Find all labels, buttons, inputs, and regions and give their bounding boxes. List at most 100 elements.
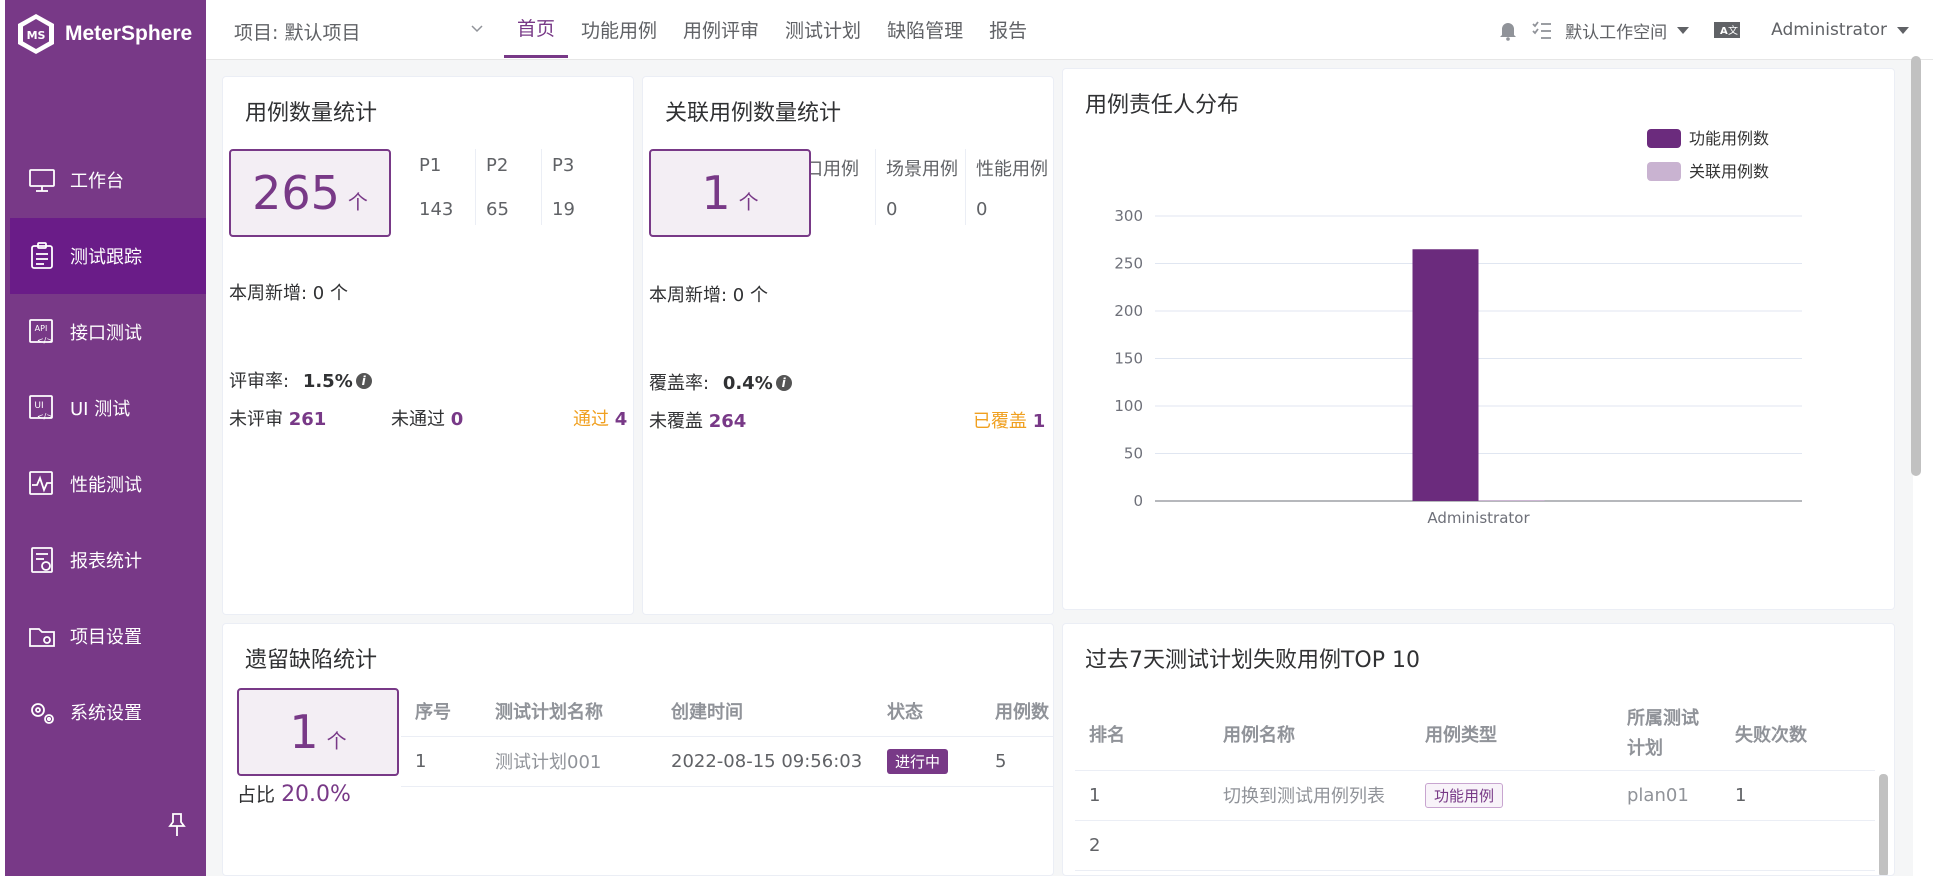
svg-text:A: A xyxy=(1720,26,1728,37)
sidebar-item-ui-test[interactable]: UI </> UI 测试 xyxy=(10,370,211,446)
priority-value: 65 xyxy=(486,199,509,220)
defect-table: 序号 测试计划名称 创建时间 状态 用例数 1 测试计划001 2022-08-… xyxy=(401,686,1053,787)
dashboard: 用例数量统计 265 个 P1 143 P2 65 P3 19 本周新增: 0 … xyxy=(206,56,1921,876)
info-icon[interactable]: i xyxy=(775,375,792,391)
table-scrollbar[interactable] xyxy=(1879,774,1888,875)
y-tick-label: 0 xyxy=(1133,492,1143,510)
cell-case-name[interactable] xyxy=(1209,820,1411,871)
sidebar-item-system-settings[interactable]: 系统设置 xyxy=(10,674,211,750)
sidebar-item-label: 系统设置 xyxy=(70,703,142,724)
table-header-row: 序号 测试计划名称 创建时间 状态 用例数 xyxy=(401,686,1053,737)
tab-functional-cases[interactable]: 功能用例 xyxy=(568,0,670,58)
ui-icon: UI </> xyxy=(26,392,58,424)
legend-swatch xyxy=(1647,162,1681,181)
y-tick-label: 250 xyxy=(1114,255,1143,273)
sidebar-item-label: 报表统计 xyxy=(70,551,142,572)
defect-stats-card: 遗留缺陷统计 1 个 占比 20.0% 序号 测试计划名称 创建时间 状态 用例… xyxy=(222,623,1054,876)
legend-label: 关联用例数 xyxy=(1689,162,1769,181)
cell-rank: 2 xyxy=(1075,820,1209,871)
caret-down-icon xyxy=(1897,26,1909,34)
covered: 已覆盖 1 xyxy=(973,407,1045,433)
language-icon[interactable]: A文 xyxy=(1713,19,1741,41)
weekly-new: 本周新增: 0 个 xyxy=(649,285,768,306)
cell-fails xyxy=(1721,820,1875,871)
cell-case-name[interactable]: 切换到测试用例列表 xyxy=(1209,770,1411,821)
card-title: 遗留缺陷统计 xyxy=(245,648,378,673)
page-scrollbar[interactable] xyxy=(1911,56,1921,476)
sidebar-item-workbench[interactable]: 工作台 xyxy=(10,142,211,218)
sidebar-item-project-settings[interactable]: 项目设置 xyxy=(10,598,211,674)
card-title: 关联用例数量统计 xyxy=(665,101,842,126)
project-select[interactable]: 项目: 默认项目 xyxy=(234,18,484,45)
column-header: 排名 xyxy=(1075,698,1209,771)
table-header-row: 排名 用例名称 用例类型 所属测试 计划 失败次数 xyxy=(1075,698,1875,771)
cell-plan: plan01 xyxy=(1613,770,1721,821)
y-tick-label: 300 xyxy=(1114,207,1143,225)
project-select-label: 项目: 默认项目 xyxy=(234,22,361,44)
column-label: 场景用例 xyxy=(886,159,958,180)
case-total: 265 xyxy=(252,166,340,220)
not-reviewed: 未评审 261 xyxy=(229,405,326,431)
defect-total: 1 xyxy=(289,705,319,759)
workspace-select[interactable]: 默认工作空间 xyxy=(1565,18,1690,43)
sidebar-item-label: UI 测试 xyxy=(70,399,131,420)
cell-created: 2022-08-15 09:56:03 xyxy=(657,736,873,787)
bar xyxy=(1478,500,1545,501)
sidebar-item-performance-test[interactable]: 性能测试 xyxy=(10,446,211,522)
related-total-box: 1 个 xyxy=(649,149,811,237)
metersphere-logo-icon: MS xyxy=(18,14,54,54)
clipboard-icon xyxy=(26,240,58,272)
related-col-scenario: 场景用例 0 xyxy=(875,149,967,225)
sidebar-item-test-track[interactable]: 测试跟踪 xyxy=(10,218,211,294)
table-row[interactable]: 2 xyxy=(1075,820,1875,871)
uncovered: 未覆盖 264 xyxy=(649,407,746,433)
table-row[interactable]: 1 切换到测试用例列表 功能用例 plan01 1 xyxy=(1075,770,1875,821)
not-reviewed-value: 261 xyxy=(288,409,327,430)
coverage-value: 0.4% xyxy=(722,373,773,394)
y-tick-label: 100 xyxy=(1114,397,1143,415)
task-list-icon[interactable] xyxy=(1531,19,1553,41)
cell-status: 进行中 xyxy=(873,736,981,787)
column-header: 用例数 xyxy=(981,686,1053,737)
app-logo[interactable]: MS MeterSphere xyxy=(15,10,192,58)
coverage-label: 覆盖率: xyxy=(649,373,710,394)
covered-label: 已覆盖 xyxy=(973,411,1027,432)
sidebar-item-label: 项目设置 xyxy=(70,627,142,648)
table-row[interactable]: 1 测试计划001 2022-08-15 09:56:03 进行中 5 xyxy=(401,736,1053,787)
pin-icon[interactable] xyxy=(166,812,188,838)
report-icon xyxy=(26,544,58,576)
cell-cases: 5 xyxy=(981,736,1053,787)
tab-reports[interactable]: 报告 xyxy=(976,0,1040,58)
review-rate-value: 1.5% xyxy=(302,371,353,392)
header-right: 默认工作空间 A文 Administrator xyxy=(1497,0,1909,60)
cell-no: 1 xyxy=(401,736,481,787)
passed-value: 4 xyxy=(614,409,628,430)
cell-fails: 1 xyxy=(1721,770,1875,821)
sidebar-item-api-test[interactable]: API </> 接口测试 xyxy=(10,294,211,370)
case-type-badge: 功能用例 xyxy=(1425,782,1504,808)
tab-home[interactable]: 首页 xyxy=(504,0,569,58)
column-label: 性能用例 xyxy=(976,159,1048,180)
bell-icon[interactable] xyxy=(1497,19,1519,41)
review-rate: 评审率: 1.5% i xyxy=(229,367,372,393)
cell-case-type xyxy=(1411,820,1613,871)
owner-chart-card: 用例责任人分布 0 50 100 150 200 250 300 Administrator 功… xyxy=(1062,68,1895,610)
svg-text:</>: </> xyxy=(37,336,53,345)
sidebar: MS MeterSphere 工作台 测试跟踪 API </> 接口测试 UI </… xyxy=(0,0,211,876)
sidebar-item-reports[interactable]: 报表统计 xyxy=(10,522,211,598)
cell-plan-name[interactable]: 测试计划001 xyxy=(481,736,657,787)
tab-test-plan[interactable]: 测试计划 xyxy=(772,0,874,58)
tab-case-review[interactable]: 用例评审 xyxy=(670,0,772,58)
monitor-icon xyxy=(26,164,58,196)
priority-p1: P1 143 xyxy=(409,149,475,225)
not-reviewed-label: 未评审 xyxy=(229,409,283,430)
column-header-line: 计划 xyxy=(1627,737,1663,759)
not-passed: 未通过 0 xyxy=(391,405,463,431)
covered-value: 1 xyxy=(1032,411,1046,432)
user-menu[interactable]: Administrator xyxy=(1771,20,1909,40)
legend-swatch xyxy=(1647,129,1681,148)
info-icon[interactable]: i xyxy=(355,373,372,389)
caret-down-icon xyxy=(1677,26,1690,34)
tab-defects[interactable]: 缺陷管理 xyxy=(874,0,976,58)
y-tick-label: 200 xyxy=(1114,302,1143,320)
